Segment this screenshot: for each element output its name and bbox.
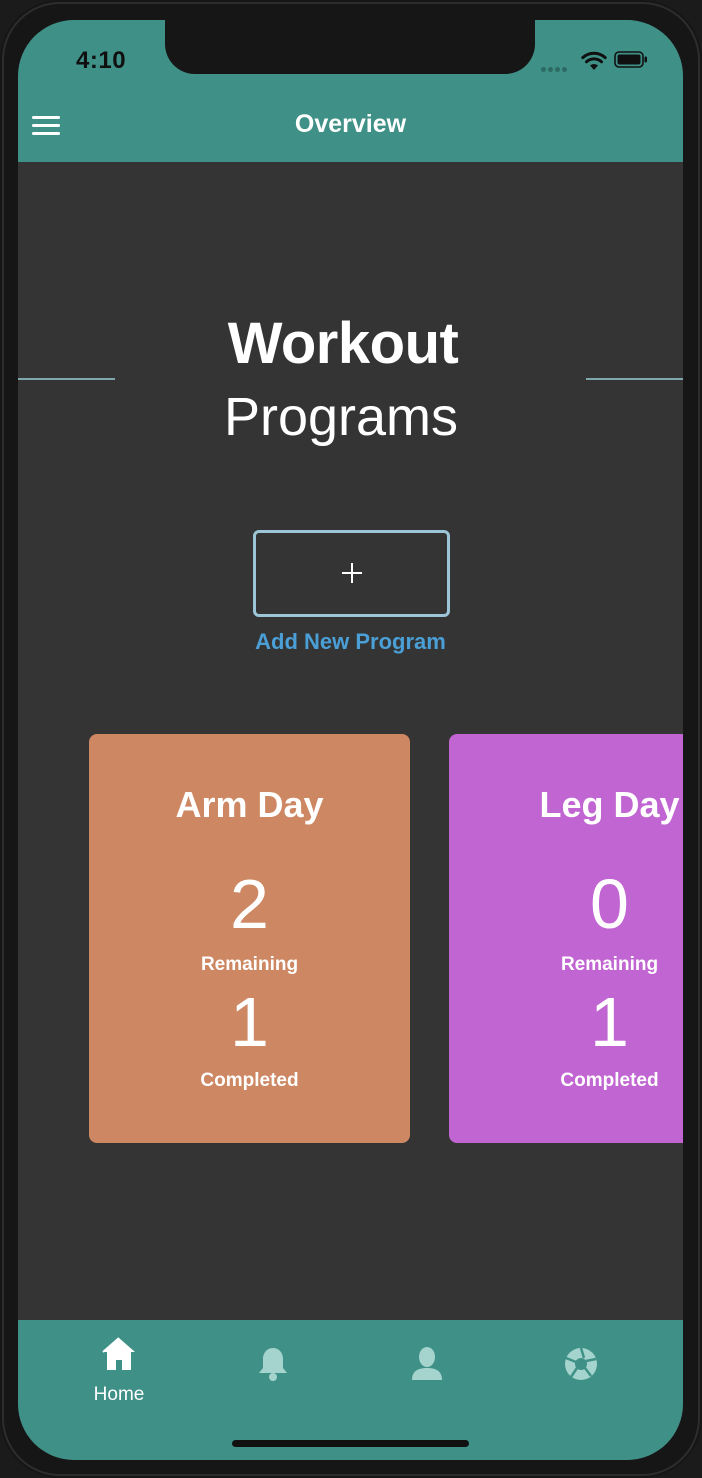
wifi-icon xyxy=(581,51,607,70)
user-icon xyxy=(412,1347,442,1380)
home-indicator[interactable] xyxy=(232,1440,469,1447)
status-time: 4:10 xyxy=(76,47,127,74)
tab-home-label: Home xyxy=(93,1384,145,1405)
phone-frame: 4:10 Overview Workout Programs Add New P… xyxy=(0,0,702,1478)
program-card-title: Leg Day xyxy=(539,784,680,825)
aperture-icon xyxy=(565,1347,597,1380)
app-header: 4:10 Overview xyxy=(18,20,683,162)
remaining-count: 2 xyxy=(230,865,269,943)
completed-label: Completed xyxy=(200,1070,299,1091)
tab-notifications[interactable] xyxy=(223,1334,323,1404)
completed-label: Completed xyxy=(560,1070,659,1091)
page-title: Overview xyxy=(294,110,407,138)
tab-camera[interactable] xyxy=(530,1334,630,1404)
device-notch xyxy=(165,20,535,74)
add-program-link[interactable]: Add New Program xyxy=(18,629,683,655)
bell-icon xyxy=(259,1348,287,1381)
bottom-tab-bar: Home xyxy=(18,1320,683,1460)
tab-home[interactable]: Home xyxy=(69,1334,169,1405)
section-title-light: Programs xyxy=(223,387,459,447)
divider-left xyxy=(18,378,115,380)
home-icon xyxy=(102,1337,135,1370)
remaining-count: 0 xyxy=(590,865,629,943)
completed-count: 1 xyxy=(230,983,269,1061)
app-screen: 4:10 Overview Workout Programs Add New P… xyxy=(18,20,683,1460)
completed-count: 1 xyxy=(590,983,629,1061)
section-title-bold: Workout xyxy=(227,311,459,376)
remaining-label: Remaining xyxy=(200,954,299,975)
divider-right xyxy=(586,378,683,380)
remaining-label: Remaining xyxy=(560,954,659,975)
program-card-title: Arm Day xyxy=(175,784,324,825)
plus-icon xyxy=(342,563,362,583)
cellular-signal-icon xyxy=(541,64,573,72)
program-card-arm-day[interactable]: Arm Day 2 Remaining 1 Completed xyxy=(89,734,410,1143)
battery-icon xyxy=(614,51,647,68)
program-card-leg-day[interactable]: Leg Day 0 Remaining 1 Completed xyxy=(449,734,683,1143)
tab-profile[interactable] xyxy=(377,1334,477,1404)
add-program-button[interactable] xyxy=(253,530,450,617)
